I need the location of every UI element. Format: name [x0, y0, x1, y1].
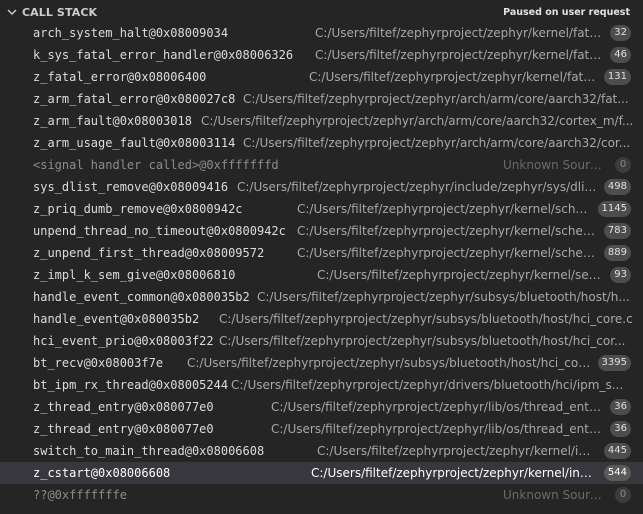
frame-function: switch_to_main_thread@0x08006608 — [33, 444, 265, 458]
frame-source-path: C:/Users/filtef/zephyrproject/zephyr/arc… — [243, 136, 631, 150]
frame-function: sys_dlist_remove@0x08009416 — [33, 180, 229, 194]
frame-function: z_arm_fatal_error@0x080027c8 — [33, 92, 236, 106]
frame-source-path: C:/Users/filtef/zephyrproject/zephyr/sub… — [219, 312, 633, 326]
frame-source-path: C:/Users/filtef/zephyrproject/zephyr/ker… — [317, 268, 605, 282]
frame-source-path: C:/Users/filtef/zephyrproject/zephyr/arc… — [243, 92, 629, 106]
stack-frame[interactable]: z_arm_fault@0x08003018 C:/Users/filtef/z… — [0, 110, 643, 132]
line-number-badge: 46 — [610, 47, 631, 63]
stack-frame[interactable]: handle_event@0x080035b2 C:/Users/filtef/… — [0, 308, 643, 330]
stack-frame[interactable]: z_impl_k_sem_give@0x08006810 C:/Users/fi… — [0, 264, 643, 286]
stack-frame[interactable]: hci_event_prio@0x08003f22 C:/Users/filte… — [0, 330, 643, 352]
frame-function: z_cstart@0x08006608 — [33, 466, 171, 480]
stack-frame[interactable]: k_sys_fatal_error_handler@0x08006326 C:/… — [0, 44, 643, 66]
call-stack-header[interactable]: CALL STACK Paused on user request — [0, 0, 643, 24]
stack-frame[interactable]: bt_recv@0x08003f7e C:/Users/filtef/zephy… — [0, 352, 643, 374]
frame-source-path: C:/Users/filtef/zephyrproject/zephyr/ker… — [297, 224, 597, 238]
stack-frame-selected[interactable]: z_cstart@0x08006608 C:/Users/filtef/zeph… — [0, 462, 643, 484]
stack-frame[interactable]: z_fatal_error@0x08006400 C:/Users/filtef… — [0, 66, 643, 88]
frame-source-path: C:/Users/filtef/zephyrproject/zephyr/lib… — [271, 422, 601, 436]
call-stack-list: arch_system_halt@0x08009034 C:/Users/fil… — [0, 22, 643, 506]
frame-source-path: C:/Users/filtef/zephyrproject/zephyr/sub… — [187, 356, 591, 370]
stack-frame[interactable]: z_unpend_first_thread@0x08009572 C:/User… — [0, 242, 643, 264]
paused-status: Paused on user request — [503, 7, 630, 18]
stack-frame[interactable]: switch_to_main_thread@0x08006608 C:/User… — [0, 440, 643, 462]
line-number-badge: 498 — [603, 179, 631, 195]
frame-function: z_fatal_error@0x08006400 — [33, 70, 207, 84]
frame-function: unpend_thread_no_timeout@0x0800942c — [33, 224, 286, 238]
stack-frame[interactable]: z_thread_entry@0x080077e0 C:/Users/filte… — [0, 396, 643, 418]
frame-source-path: C:/Users/filtef/zephyrproject/zephyr/lib… — [271, 400, 601, 414]
line-number-badge: 544 — [603, 465, 631, 481]
panel-title: CALL STACK — [22, 6, 98, 19]
line-number-badge: 889 — [603, 245, 631, 261]
stack-frame[interactable]: z_arm_fatal_error@0x080027c8 C:/Users/fi… — [0, 88, 643, 110]
line-number-badge: 131 — [603, 69, 631, 85]
frame-function: z_arm_fault@0x08003018 — [33, 114, 192, 128]
frame-source-path: C:/Users/filtef/zephyrproject/zephyr/ker… — [315, 48, 603, 62]
frame-function: arch_system_halt@0x08009034 — [33, 26, 229, 40]
chevron-down-icon[interactable] — [6, 6, 18, 18]
frame-source-path: C:/Users/filtef/zephyrproject/zephyr/ker… — [311, 466, 595, 480]
line-number-badge: 93 — [610, 267, 631, 283]
frame-source-path: C:/Users/filtef/zephyrproject/zephyr/dri… — [231, 378, 624, 392]
frame-function: z_impl_k_sem_give@0x08006810 — [33, 268, 236, 282]
frame-source-path: Unknown Source — [503, 158, 603, 172]
frame-source-path: C:/Users/filtef/zephyrproject/zephyr/sub… — [257, 290, 630, 304]
frame-function: <signal handler called>@0xfffffffd — [33, 158, 279, 172]
frame-function: ??@0xfffffffe — [33, 488, 127, 502]
frame-source-path: C:/Users/filtef/zephyrproject/zephyr/sub… — [219, 334, 626, 348]
frame-function: z_thread_entry@0x080077e0 — [33, 422, 214, 436]
stack-frame[interactable]: z_arm_usage_fault@0x08003114 C:/Users/fi… — [0, 132, 643, 154]
frame-source-path: Unknown Source — [503, 488, 603, 502]
line-number-badge: 3395 — [597, 355, 631, 371]
line-number-badge: 783 — [603, 223, 631, 239]
frame-function: bt_ipm_rx_thread@0x08005244 — [33, 378, 229, 392]
frame-function: bt_recv@0x08003f7e — [33, 356, 164, 370]
stack-frame[interactable]: bt_ipm_rx_thread@0x08005244 C:/Users/fil… — [0, 374, 643, 396]
line-number-badge: 36 — [610, 399, 631, 415]
frame-function: k_sys_fatal_error_handler@0x08006326 — [33, 48, 294, 62]
frame-function: z_thread_entry@0x080077e0 — [33, 400, 214, 414]
stack-frame[interactable]: unpend_thread_no_timeout@0x0800942c C:/U… — [0, 220, 643, 242]
stack-frame[interactable]: z_priq_dumb_remove@0x0800942c C:/Users/f… — [0, 198, 643, 220]
frame-source-path: C:/Users/filtef/zephyrproject/zephyr/ker… — [315, 26, 603, 40]
line-number-badge: 1145 — [597, 201, 631, 217]
frame-source-path: C:/Users/filtef/zephyrproject/zephyr/ker… — [297, 202, 593, 216]
stack-frame-label[interactable]: ??@0xfffffffe Unknown Source 0 — [0, 484, 643, 506]
frame-function: handle_event@0x080035b2 — [33, 312, 200, 326]
line-number-badge: 0 — [615, 487, 631, 503]
frame-function: z_priq_dumb_remove@0x0800942c — [33, 202, 243, 216]
frame-function: handle_event_common@0x080035b2 — [33, 290, 250, 304]
frame-source-path: C:/Users/filtef/zephyrproject/zephyr/ker… — [297, 246, 597, 260]
line-number-badge: 0 — [615, 157, 631, 173]
line-number-badge: 36 — [610, 421, 631, 437]
frame-function: z_arm_usage_fault@0x08003114 — [33, 136, 236, 150]
stack-frame-label[interactable]: <signal handler called>@0xfffffffd Unkno… — [0, 154, 643, 176]
line-number-badge: 32 — [610, 25, 631, 41]
frame-source-path: C:/Users/filtef/zephyrproject/zephyr/ker… — [309, 70, 599, 84]
line-number-badge: 445 — [603, 443, 631, 459]
stack-frame[interactable]: handle_event_common@0x080035b2 C:/Users/… — [0, 286, 643, 308]
frame-function: hci_event_prio@0x08003f22 — [33, 334, 214, 348]
frame-source-path: C:/Users/filtef/zephyrproject/zephyr/inc… — [237, 180, 599, 194]
frame-source-path: C:/Users/filtef/zephyrproject/zephyr/arc… — [201, 114, 634, 128]
stack-frame[interactable]: arch_system_halt@0x08009034 C:/Users/fil… — [0, 22, 643, 44]
stack-frame[interactable]: z_thread_entry@0x080077e0 C:/Users/filte… — [0, 418, 643, 440]
stack-frame[interactable]: sys_dlist_remove@0x08009416 C:/Users/fil… — [0, 176, 643, 198]
frame-source-path: C:/Users/filtef/zephyrproject/zephyr/ker… — [317, 444, 595, 458]
frame-function: z_unpend_first_thread@0x08009572 — [33, 246, 265, 260]
